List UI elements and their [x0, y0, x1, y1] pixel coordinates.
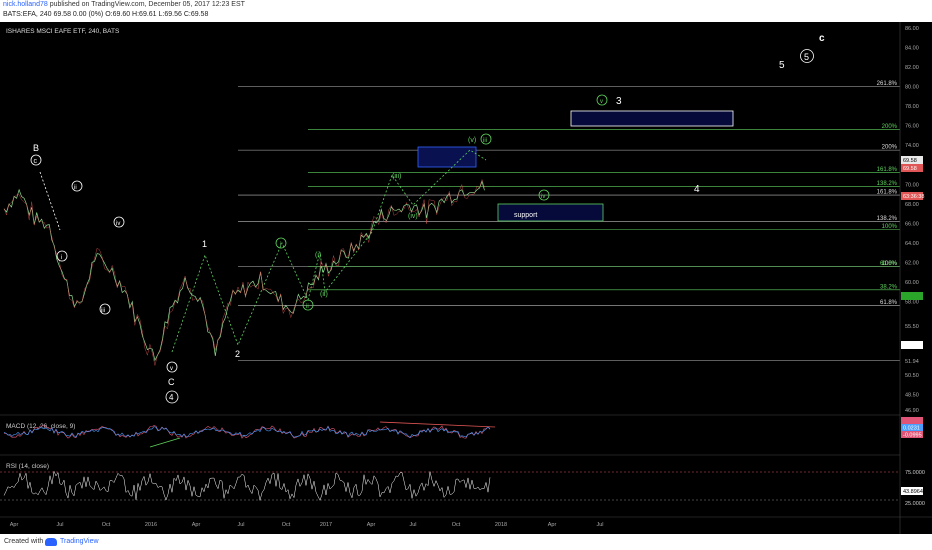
green-label-paren-v: (v): [468, 137, 476, 144]
wave-label-i: i: [61, 255, 62, 261]
rsi-current: 43.8964: [903, 489, 923, 495]
fib-label: 161.8%: [877, 190, 898, 196]
wave-label-4: 4: [694, 184, 700, 195]
wave-label-5-circled: 5: [804, 52, 809, 62]
wave-label-B: B: [33, 143, 39, 153]
macd-title: MACD (12, 26, close, 9): [6, 423, 75, 430]
time-tick: 2017: [320, 522, 332, 528]
wave-label-iii: iii: [101, 308, 105, 314]
support-label: support: [514, 212, 537, 219]
green-label-i: i: [280, 242, 281, 248]
time-tick: 2016: [145, 522, 157, 528]
time-tick: Apr: [192, 522, 201, 528]
target-box-upper: [570, 110, 734, 127]
green-label-paren-iii: (iii): [392, 173, 401, 180]
price-tick: 70.00: [905, 182, 919, 188]
fib-label: 200%: [882, 124, 898, 130]
green-label-paren-i: (i): [315, 252, 321, 259]
green-label-ii: ii: [306, 304, 309, 310]
fib-label: 261.8%: [877, 81, 898, 87]
wave-label-4-circled: 4: [169, 393, 174, 402]
last-price-tag-1: 69.58: [903, 158, 917, 164]
chart-header: nick.holland78 published on TradingView.…: [0, 0, 932, 22]
green-label-iv: iv: [541, 194, 545, 200]
rsi-lower: 25.0000: [905, 501, 925, 507]
wave-label-1: 1: [202, 239, 207, 249]
rsi-upper: 75.0000: [905, 470, 925, 476]
fib-label: 138.2%: [877, 216, 898, 222]
price-tick: 58.00: [905, 300, 919, 306]
fib-label: 61.8%: [880, 261, 898, 267]
tradingview-brand[interactable]: TradingView: [60, 538, 99, 545]
time-tick: Jul: [237, 522, 244, 528]
price-tick: 64.00: [905, 241, 919, 247]
time-tick: Jul: [56, 522, 63, 528]
wave-label-ii: ii: [74, 185, 77, 191]
countdown-tag: 63:36:38: [903, 194, 924, 200]
last-price-tag-2: 69.58: [903, 166, 917, 172]
chart-footer: Created with TradingView: [0, 534, 932, 550]
green-label-v: v: [600, 99, 603, 105]
wave-label-3: 3: [616, 96, 622, 107]
price-tick: 80.00: [905, 85, 919, 91]
publisher-text: published on TradingView.com, December 0…: [47, 1, 245, 8]
ticker-line: BATS:EFA, 240 69.58 0.00 (0%) O:69.60 H:…: [3, 11, 209, 18]
price-tick: 86.00: [905, 26, 919, 32]
wave-label-2: 2: [235, 349, 240, 359]
time-tick: Apr: [548, 522, 557, 528]
price-tick: 60.00: [905, 280, 919, 286]
fib-label: 61.8%: [880, 300, 898, 306]
price-tick: 74.00: [905, 143, 919, 149]
price-tick: 68.00: [905, 202, 919, 208]
green-label-paren-iv: (iv): [408, 213, 418, 220]
target-box-mid: [417, 146, 477, 168]
time-tick: Oct: [452, 522, 461, 528]
price-tick: 62.00: [905, 260, 919, 266]
created-with-text: Created with: [4, 538, 44, 545]
time-tick: Apr: [367, 522, 376, 528]
rsi-title: RSI (14, close): [6, 463, 49, 470]
price-tick: 78.00: [905, 104, 919, 110]
time-tick: Jul: [409, 522, 416, 528]
price-tick: 66.00: [905, 221, 919, 227]
price-tick: 51.94: [905, 359, 919, 365]
price-tick: 76.00: [905, 124, 919, 130]
time-tick: Oct: [102, 522, 111, 528]
macd-value-2: -0.0995: [903, 433, 922, 439]
fib-label: 161.8%: [877, 167, 898, 173]
price-tick: 82.00: [905, 65, 919, 71]
green-label-iii: iii: [483, 138, 487, 144]
fib-label: 200%: [882, 145, 898, 151]
fib-label: 38.2%: [880, 284, 898, 290]
publisher-line: nick.holland78 published on TradingView.…: [3, 1, 245, 8]
price-tick: 84.00: [905, 46, 919, 52]
time-tick: Oct: [282, 522, 291, 528]
time-tick: 2018: [495, 522, 507, 528]
tradingview-cloud-icon: [45, 538, 57, 546]
fib-label: 100%: [882, 224, 898, 230]
wave-label-5: 5: [779, 60, 785, 71]
fib-label: 138.2%: [877, 181, 898, 187]
price-tick: 55.50: [905, 324, 919, 330]
price-tick: 48.50: [905, 392, 919, 398]
time-tick: Jul: [596, 522, 603, 528]
green-label-paren-ii: (ii): [320, 291, 328, 298]
wave-label-c-small: c: [34, 158, 38, 165]
wave-label-C: C: [168, 377, 175, 387]
wave-label-c-major: c: [819, 33, 825, 44]
wave-label-iv: iv: [116, 221, 120, 227]
macd-value-1: 0.0231: [903, 426, 920, 432]
price-tick: 50.50: [905, 373, 919, 379]
price-tick: 46.90: [905, 408, 919, 414]
chart-title: ISHARES MSCI EAFE ETF, 240, BATS: [6, 28, 120, 35]
time-tick: Apr: [10, 522, 19, 528]
wave-label-v: v: [170, 366, 173, 372]
publisher-user[interactable]: nick.holland78: [3, 1, 48, 8]
price-chart[interactable]: ISHARES MSCI EAFE ETF, 240, BATS 86.00 84…: [0, 22, 932, 534]
